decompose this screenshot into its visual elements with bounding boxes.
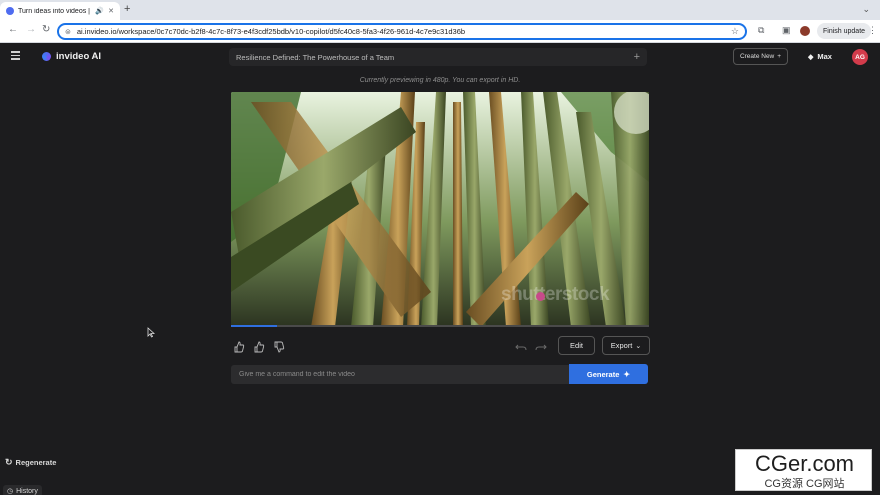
preview-note: Currently previewing in 480p. You can ex…	[359, 77, 521, 84]
browser-tab[interactable]: Turn ideas into videos | AI 🔊 ✕	[0, 2, 120, 20]
sparkle-icon: ✦	[623, 369, 631, 379]
project-title-field[interactable]: Resilience Defined: The Powerhouse of a …	[229, 48, 647, 66]
site-watermark-main: CGer.com	[754, 451, 855, 476]
create-new-button[interactable]: Create New +	[733, 48, 788, 65]
site-info-icon[interactable]: ⊜	[65, 28, 71, 36]
export-label: Export	[610, 341, 633, 350]
undo-icon[interactable]	[515, 341, 527, 353]
thumbs-up-double-icon[interactable]	[233, 341, 245, 353]
invideo-logo-icon	[42, 52, 51, 61]
plan-badge[interactable]: ◆ Max	[808, 52, 832, 61]
url-field[interactable]: ⊜ ai.invideo.io/workspace/0c7c70dc-b2f8-…	[57, 23, 747, 40]
tab-title: Turn ideas into videos | AI	[18, 7, 92, 15]
reload-icon[interactable]: ↻	[42, 24, 50, 35]
generate-label: Generate	[586, 369, 620, 379]
refresh-icon: ↻	[5, 456, 13, 467]
browser-tab-bar: Turn ideas into videos | AI 🔊 ✕ + ⌄	[0, 0, 880, 20]
url-text: ai.invideo.io/workspace/0c7c70dc-b2f8-4c…	[76, 27, 466, 36]
chevron-down-icon: ⌄	[635, 342, 642, 350]
address-bar: ← → ↻ ⊜ ai.invideo.io/workspace/0c7c70dc…	[0, 20, 880, 43]
side-panel-icon[interactable]: ▣	[782, 25, 791, 36]
video-progress-fill	[231, 325, 277, 327]
tab-close-icon[interactable]: ✕	[108, 7, 114, 15]
redo-icon[interactable]	[535, 341, 547, 353]
menu-icon[interactable]	[11, 51, 20, 60]
command-input[interactable]	[231, 365, 569, 384]
favicon-icon	[6, 7, 14, 15]
profile-avatar[interactable]	[800, 26, 810, 36]
edit-button[interactable]: Edit	[558, 336, 595, 355]
browser-menu-icon[interactable]: ⋮	[868, 25, 877, 36]
mouse-cursor-icon	[147, 327, 155, 338]
plus-icon[interactable]: +	[634, 51, 640, 63]
history-icon: ◷	[7, 488, 14, 495]
forward-icon[interactable]: →	[26, 24, 36, 35]
create-new-label: Create New	[739, 53, 775, 60]
thumbs-up-icon[interactable]	[253, 341, 265, 353]
video-progress-bar[interactable]	[231, 325, 649, 327]
app-logo[interactable]: invideo AI	[42, 51, 101, 62]
history-label: History	[16, 487, 38, 495]
thumbs-down-icon[interactable]	[273, 341, 285, 353]
app-header: invideo AI Resilience Defined: The Power…	[0, 43, 880, 71]
logo-text: invideo AI	[56, 51, 102, 62]
regenerate-label: Regenerate	[15, 457, 57, 467]
site-watermark-sub: CG资源 CG网站	[764, 478, 845, 490]
finish-update-button[interactable]: Finish update	[817, 23, 872, 39]
speaker-icon[interactable]: 🔊	[95, 7, 104, 15]
user-avatar[interactable]: AG	[852, 49, 868, 65]
tab-search-icon[interactable]: ⌄	[862, 4, 870, 15]
export-button[interactable]: Export ⌄	[602, 336, 650, 355]
diamond-icon: ◆	[808, 53, 814, 61]
bookmark-star-icon[interactable]: ☆	[731, 26, 739, 37]
back-icon[interactable]: ←	[8, 24, 18, 35]
history-button[interactable]: ◷ History	[3, 485, 42, 495]
watermark-logo-icon	[536, 292, 545, 301]
project-title: Resilience Defined: The Powerhouse of a …	[236, 52, 395, 62]
generate-button[interactable]: Generate ✦	[569, 364, 648, 384]
site-watermark: CGer.com CG资源 CG网站	[735, 449, 872, 491]
stock-watermark: shutterstock	[501, 284, 610, 305]
video-preview[interactable]: shutterstock	[231, 92, 649, 327]
extensions-icon[interactable]: ⧉	[758, 25, 764, 36]
regenerate-button[interactable]: ↻ Regenerate	[5, 455, 56, 469]
plan-label: Max	[817, 52, 832, 61]
new-tab-button[interactable]: +	[124, 3, 130, 15]
plus-icon: +	[777, 53, 782, 60]
